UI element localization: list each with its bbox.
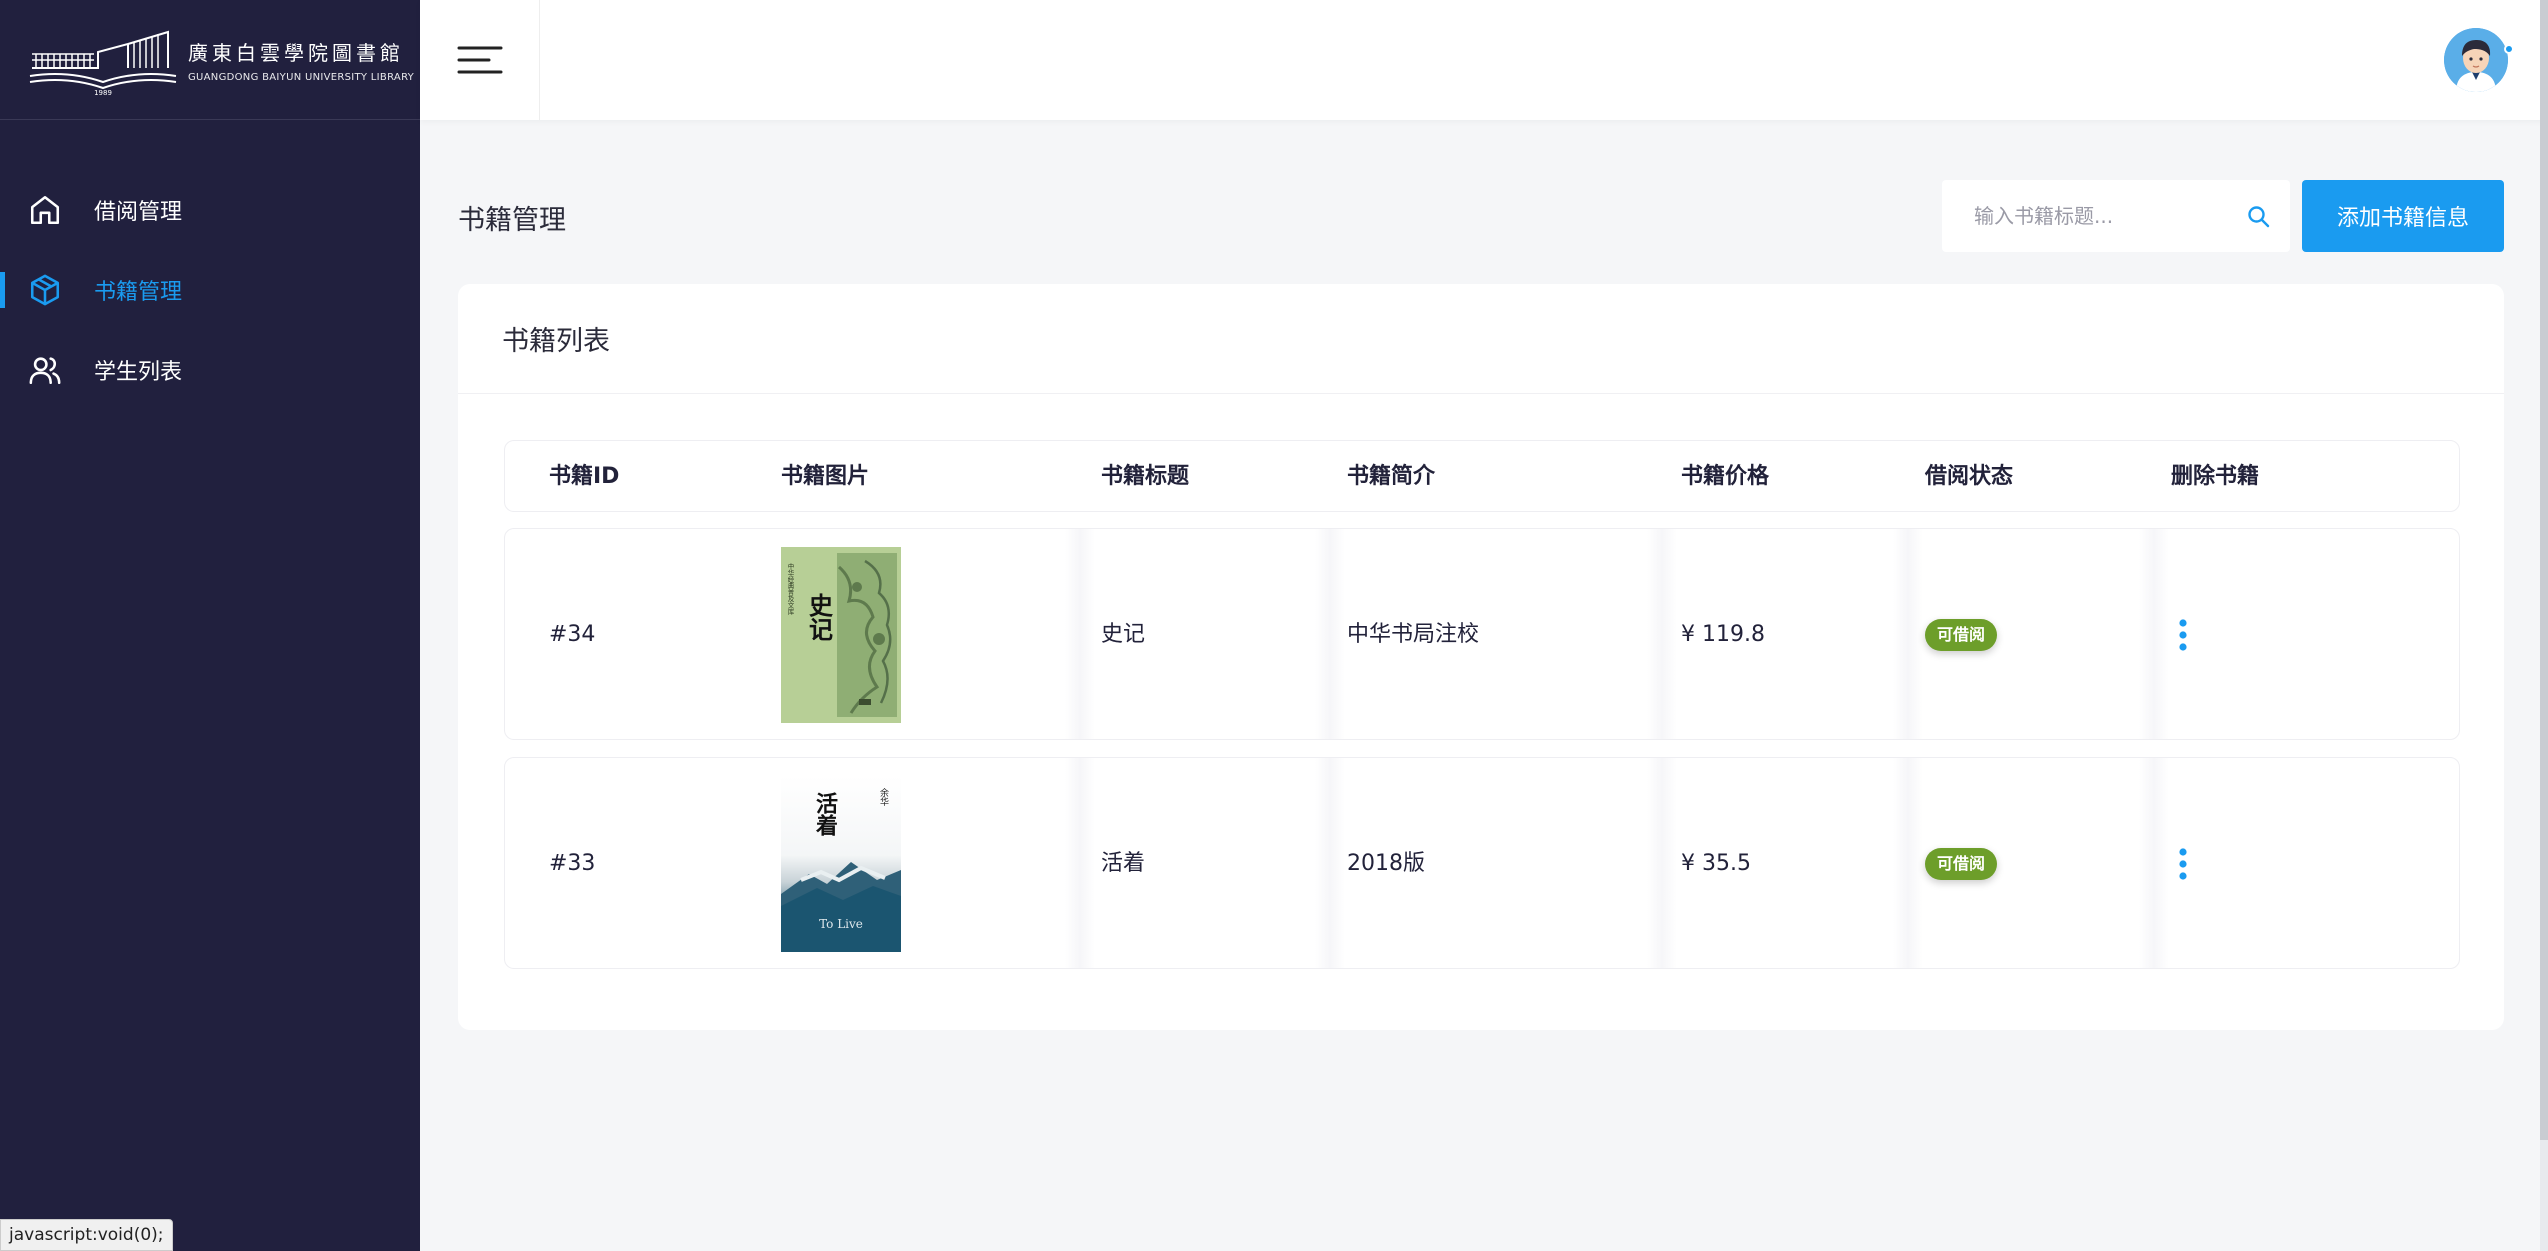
status-badge: 可借阅 (1925, 619, 1998, 651)
column-divider (1065, 529, 1095, 739)
sidebar-item-label: 书籍管理 (94, 280, 183, 305)
column-header-desc: 书籍简介 (1347, 464, 1436, 489)
svg-text:1989: 1989 (94, 89, 112, 96)
column-divider (2139, 758, 2169, 968)
page-scrollbar[interactable] (2540, 0, 2548, 1251)
column-divider (1315, 529, 1345, 739)
scrollbar-thumb[interactable] (2540, 0, 2548, 1140)
book-description: 2018版 (1347, 851, 1425, 876)
column-divider (1315, 758, 1345, 968)
svg-text:余华: 余华 (878, 787, 889, 807)
svg-text:To Live: To Live (819, 917, 863, 931)
column-divider (1893, 758, 1923, 968)
sidebar-item-label: 学生列表 (94, 360, 183, 385)
book-price: ¥ 35.5 (1681, 851, 1751, 876)
table-row[interactable]: #33 活着 余华 To Live 活着 2018版 ¥ 35.5 可借阅 (504, 757, 2460, 969)
column-header-image: 书籍图片 (781, 464, 870, 489)
browser-status-bar: javascript:void(0); (0, 1219, 173, 1251)
sidebar-item-students[interactable]: 学生列表 (0, 330, 420, 410)
book-title: 活着 (1101, 851, 1146, 876)
menu-toggle-button[interactable] (420, 0, 540, 120)
table-header: 书籍ID 书籍图片 书籍标题 书籍简介 书籍价格 借阅状态 删除书籍 (504, 440, 2460, 512)
search-input[interactable] (1974, 204, 2234, 228)
add-book-button[interactable]: 添加书籍信息 (2302, 180, 2504, 252)
logo-text: 廣東白雲學院圖書館 GUANGDONG BAIYUN UNIVERSITY LI… (188, 37, 414, 83)
column-divider (2139, 529, 2169, 739)
column-divider (1647, 758, 1677, 968)
page-title: 书籍管理 (458, 205, 566, 236)
book-id: #33 (549, 851, 596, 876)
avatar-icon (2444, 28, 2508, 92)
column-divider (1893, 529, 1923, 739)
column-header-id: 书籍ID (549, 464, 620, 489)
book-description: 中华书局注校 (1347, 622, 1480, 647)
sidebar-item-borrow[interactable]: 借阅管理 (0, 170, 420, 250)
more-options-icon[interactable] (2171, 846, 2195, 882)
book-cover-huozhe[interactable]: 活着 余华 To Live (781, 776, 901, 952)
column-header-price: 书籍价格 (1681, 464, 1770, 489)
library-building-icon: 1989 (29, 30, 177, 96)
svg-text:史记: 史记 (805, 593, 834, 641)
book-title: 史记 (1101, 622, 1146, 647)
logo-title-cn: 廣東白雲學院圖書館 (188, 40, 404, 65)
home-icon (30, 195, 60, 225)
svg-text:活着: 活着 (812, 792, 839, 837)
column-header-title: 书籍标题 (1101, 464, 1190, 489)
online-status-dot (2504, 44, 2514, 54)
logo-title-en: GUANGDONG BAIYUN UNIVERSITY LIBRARY (188, 71, 415, 83)
column-header-delete: 删除书籍 (2171, 464, 2260, 489)
sidebar-menu: 借阅管理 书籍管理 学生列表 (0, 170, 420, 410)
book-list-card: 书籍列表 书籍ID 书籍图片 书籍标题 书籍简介 书籍价格 借阅状态 删除书籍 … (458, 284, 2504, 1030)
book-id: #34 (549, 622, 596, 647)
more-options-icon[interactable] (2171, 617, 2195, 653)
hamburger-icon (457, 46, 502, 74)
users-icon (29, 357, 61, 385)
top-header (420, 0, 2548, 120)
book-cover-shiji[interactable]: 中华经典普及文库 史记 (781, 547, 901, 723)
library-logo[interactable]: 1989 廣東白雲學院圖書館 GUANGDONG BAIYUN UNIVERSI… (0, 0, 420, 120)
user-avatar[interactable] (2444, 28, 2508, 92)
status-badge: 可借阅 (1925, 848, 1998, 880)
column-divider (1065, 758, 1095, 968)
sidebar-item-books[interactable]: 书籍管理 (0, 250, 420, 330)
search-icon[interactable] (2246, 204, 2270, 228)
card-title: 书籍列表 (502, 326, 610, 357)
svg-text:中华经典普及文库: 中华经典普及文库 (786, 562, 794, 617)
column-divider (1647, 529, 1677, 739)
sidebar: 1989 廣東白雲學院圖書館 GUANGDONG BAIYUN UNIVERSI… (0, 0, 420, 1251)
box-icon (30, 274, 60, 306)
book-price: ¥ 119.8 (1681, 622, 1765, 647)
search-box[interactable] (1942, 180, 2290, 252)
card-header: 书籍列表 (458, 284, 2504, 394)
sidebar-item-label: 借阅管理 (94, 200, 183, 225)
table-row[interactable]: #34 中华经典普及文库 史记 史记 中华书局注校 ¥ 119.8 可借阅 (504, 528, 2460, 740)
column-header-status: 借阅状态 (1925, 464, 2014, 489)
